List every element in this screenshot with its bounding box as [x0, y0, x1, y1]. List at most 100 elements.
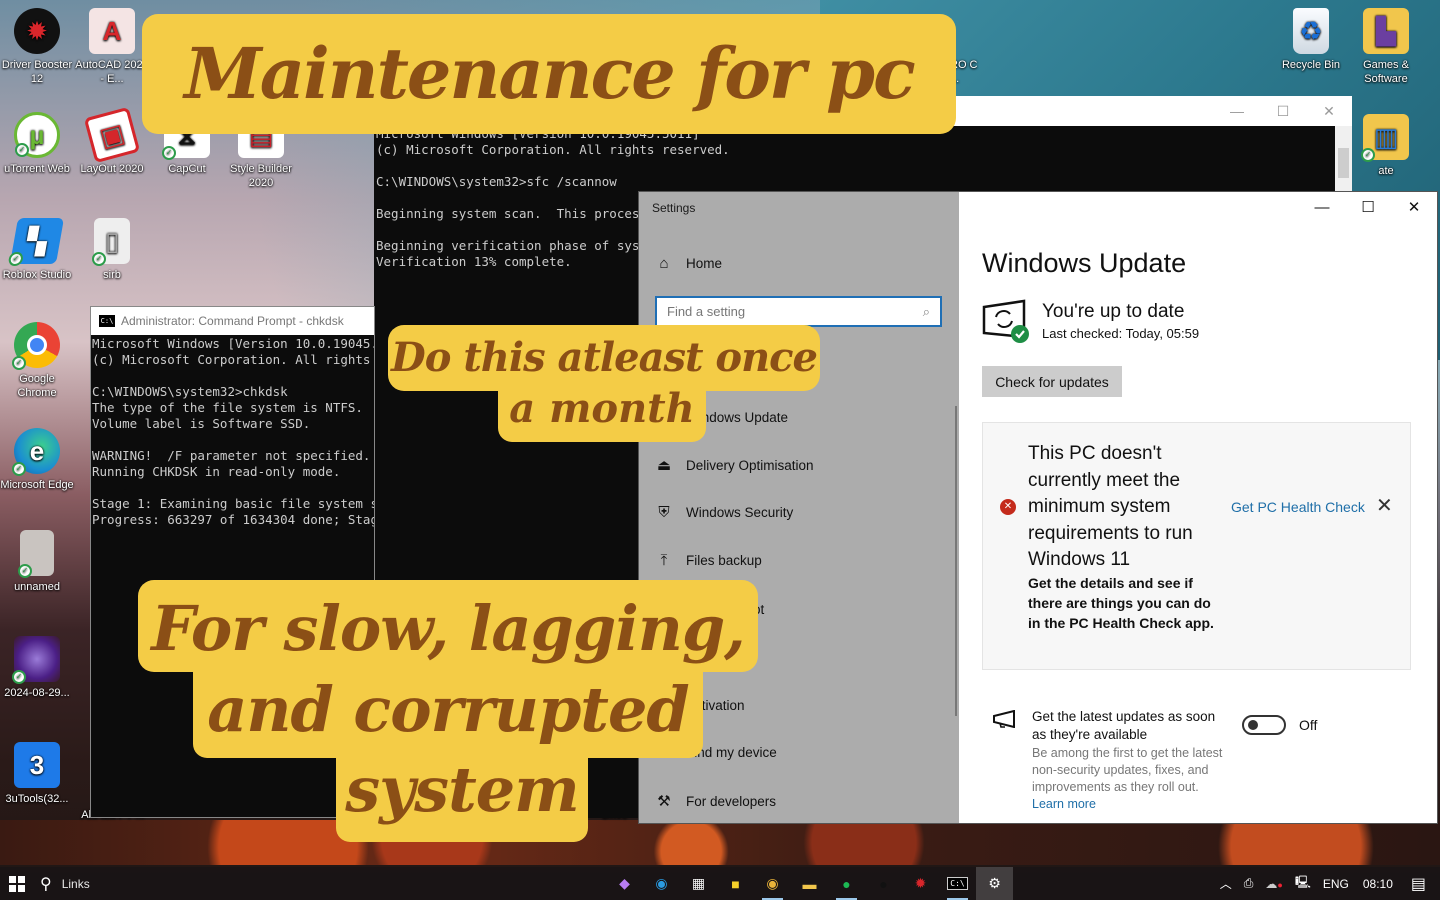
search-icon: ⚲: [40, 875, 52, 893]
desktop-icon-utorrent[interactable]: µ ✓ uTorrent Web: [0, 112, 74, 176]
desktop-icon-ate[interactable]: ▥ ✓ ate: [1349, 114, 1423, 178]
latest-updates-toggle[interactable]: [1242, 715, 1286, 735]
nav-item-delivery-optimisation[interactable]: ⏏ Delivery Optimisation: [655, 456, 814, 474]
file-explorer-icon: ▬: [802, 875, 817, 892]
chkdsk-output-line: [92, 432, 374, 448]
get-pc-health-check-link[interactable]: Get PC Health Check: [1231, 499, 1365, 515]
delivery-optimisation-icon: ⏏: [656, 457, 672, 474]
taskbar-app-app-icon[interactable]: ●: [865, 867, 902, 900]
upload-icon: ⤒: [660, 552, 668, 569]
edge-icon: ◉: [655, 875, 668, 891]
taskbar-app-store-icon[interactable]: ▦: [680, 867, 717, 900]
settings-window[interactable]: Settings ⌂ Home ⌕ ⟳ Windows Update ⏏ Del…: [638, 191, 1438, 824]
minimize-button[interactable]: —: [1299, 192, 1345, 222]
language-indicator[interactable]: ENG: [1317, 877, 1355, 891]
close-button[interactable]: ✕: [1391, 192, 1437, 222]
chkdsk-output-line: Microsoft Windows [Version 10.0.19045.50…: [92, 336, 374, 351]
chkdsk-output-line: [92, 480, 374, 496]
learn-more-link[interactable]: Learn more: [1032, 797, 1096, 811]
toggle-knob: [1248, 720, 1258, 730]
onedrive-error-icon[interactable]: ☁●: [1259, 877, 1288, 891]
chkdsk-output-line: Running CHKDSK in read-only mode.: [92, 464, 341, 479]
nav-scrollbar[interactable]: [955, 406, 957, 716]
taskbar-app-file-explorer-icon[interactable]: ▬: [791, 867, 828, 900]
taskbar-search[interactable]: ⚲ Links: [40, 874, 90, 894]
settings-search-input[interactable]: [667, 304, 923, 319]
w11-card-body: Get the details and see if there are thi…: [1028, 575, 1214, 631]
desktop-icon-3utools[interactable]: 3 3uTools(32...: [0, 742, 74, 806]
desktop-icon-edge[interactable]: e ✓ Microsoft Edge: [0, 428, 74, 492]
last-checked-text: Last checked: Today, 05:59: [1042, 326, 1200, 341]
utorrent-icon: µ ✓: [14, 112, 60, 158]
cmd-chkdsk-titlebar[interactable]: C:\ Administrator: Command Prompt - chkd…: [91, 307, 374, 335]
maximize-button[interactable]: ☐: [1345, 192, 1391, 222]
taskbar-app-chrome-icon[interactable]: ◉: [754, 867, 791, 900]
taskbar-app-settings-gear-icon[interactable]: ⚙: [976, 867, 1013, 900]
chrome-icon: ✓: [12, 322, 60, 370]
update-status-heading: You're up to date: [1042, 301, 1185, 322]
nav-item-for-developers[interactable]: ⚒ For developers: [655, 792, 776, 810]
error-icon: ✕: [1000, 499, 1016, 515]
desktop-icon-games-software[interactable]: ▙ Games & Software: [1349, 8, 1423, 86]
taskbar-app-copilot-icon[interactable]: ◆: [606, 867, 643, 900]
banner-purpose-line2: and corrupted: [193, 668, 703, 758]
chkdsk-output-line: C:\WINDOWS\system32>chkdsk: [92, 384, 288, 399]
taskbar: ⚲ Links ◆ ◉ ▦ ■ ◉ ▬ ● ● ✹ C:\ ⚙ ︿ ⎙ ☁● 🖳 ENG 08:10…: [0, 867, 1440, 900]
desktop-icon-layout[interactable]: ▣ LayOut 2020: [75, 106, 149, 176]
nav-item-windows-security[interactable]: ⛨ Windows Security: [655, 504, 793, 521]
chkdsk-output-line: Progress: 663297 of 1634304 done; Stage:…: [92, 512, 374, 527]
taskbar-app-spotify-icon[interactable]: ●: [828, 867, 865, 900]
scrollbar-thumb[interactable]: [1338, 148, 1349, 178]
page-title: Windows Update: [982, 248, 1187, 278]
meet-now-icon[interactable]: ⎙: [1238, 876, 1260, 891]
autocad-icon: A: [89, 8, 135, 54]
taskbar-app-driver-booster-icon[interactable]: ✹: [902, 867, 939, 900]
edge-icon: e ✓: [12, 428, 60, 476]
check-for-updates-button[interactable]: Check for updates: [982, 366, 1122, 397]
chkdsk-output-line: (c) Microsoft Corporation. All rights re…: [92, 352, 371, 367]
search-icon: ⌕: [922, 303, 930, 319]
desktop-icon-driver-booster[interactable]: ✹ Driver Booster 12: [0, 8, 74, 86]
system-tray: ︿ ⎙ ☁● 🖳 ENG 08:10 ▤: [1214, 867, 1440, 900]
dismiss-icon[interactable]: ✕: [1376, 493, 1393, 518]
desktop-icon-image-2024[interactable]: ✓ 2024-08-29...: [0, 636, 74, 700]
driver-booster-icon: ✹: [914, 875, 927, 891]
chkdsk-output-line: Volume label is Software SSD.: [92, 416, 311, 431]
shield-icon: ⛨: [658, 504, 670, 521]
home-icon: ⌂: [659, 255, 669, 272]
settings-content: — ☐ ✕ Windows Update You're up to date L…: [959, 192, 1437, 823]
nav-item-home[interactable]: ⌂ Home: [655, 255, 722, 272]
cmd-chkdsk-output[interactable]: Microsoft Windows [Version 10.0.19045.50…: [92, 336, 374, 528]
desktop-icon-recycle-bin[interactable]: ♻ Recycle Bin: [1274, 8, 1348, 72]
chrome-icon: ◉: [766, 875, 779, 891]
folder-icon: ▥ ✓: [1361, 114, 1409, 162]
minimize-button[interactable]: —: [1214, 96, 1260, 126]
maximize-button[interactable]: ☐: [1260, 96, 1306, 126]
desktop-icon-autocad[interactable]: A AutoCAD 2021 - E...: [75, 8, 149, 86]
taskbar-clock[interactable]: 08:10: [1355, 877, 1405, 891]
taskbar-app-command-prompt-icon[interactable]: C:\: [939, 867, 976, 900]
taskbar-app-sticky-notes-icon[interactable]: ■: [717, 867, 754, 900]
banner-purpose-line1: For slow, lagging,: [138, 580, 758, 672]
notification-center-icon[interactable]: ▤: [1405, 874, 1440, 894]
start-button[interactable]: [0, 867, 34, 900]
taskbar-pinned-apps: ◆ ◉ ▦ ■ ◉ ▬ ● ● ✹ C:\ ⚙: [606, 867, 1013, 900]
developers-icon: ⚒: [657, 793, 671, 810]
windows11-compatibility-card: ✕ This PC doesn't currently meet the min…: [982, 422, 1411, 670]
layout-icon: ▣: [83, 106, 141, 164]
desktop-icon-sirb[interactable]: ▯ ✓ sirb: [75, 218, 149, 282]
desktop-icon-roblox-studio[interactable]: ▚ ✓ Roblox Studio: [0, 218, 74, 282]
desktop-icon-unnamed[interactable]: ✓ unnamed: [0, 530, 74, 594]
settings-search-box[interactable]: ⌕: [655, 296, 942, 327]
taskbar-app-edge-icon[interactable]: ◉: [643, 867, 680, 900]
window-controls: — ☐ ✕: [1299, 192, 1437, 222]
desktop-icon-chrome[interactable]: ✓ Google Chrome: [0, 322, 74, 400]
network-icon[interactable]: 🖳: [1289, 873, 1317, 894]
sfc-output-line: C:\WINDOWS\system32>sfc /scannow: [376, 174, 617, 189]
settings-gear-icon: ⚙: [988, 875, 1001, 891]
nav-item-files-backup[interactable]: ⤒ Files backup: [655, 552, 762, 569]
command-prompt-icon: C:\: [947, 877, 968, 890]
close-button[interactable]: ✕: [1306, 96, 1352, 126]
show-hidden-icons-chevron-icon[interactable]: ︿: [1214, 875, 1238, 892]
chkdsk-output-line: WARNING! /F parameter not specified.: [92, 448, 371, 463]
